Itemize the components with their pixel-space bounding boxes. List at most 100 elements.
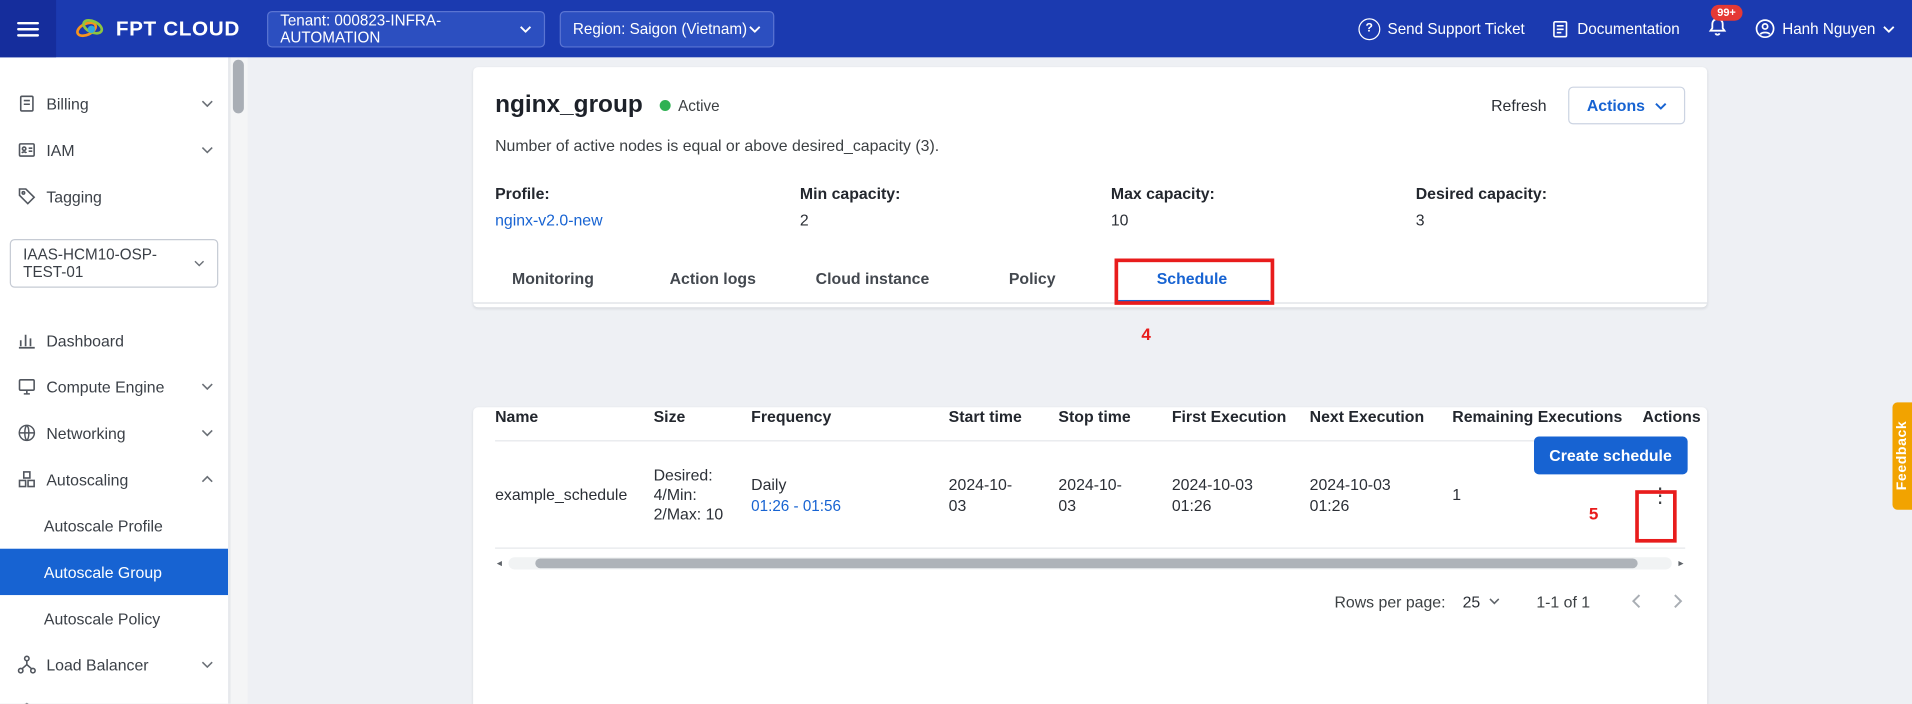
create-schedule-button[interactable]: Create schedule (1533, 437, 1687, 475)
info-min-capacity: Min capacity: 2 (800, 184, 1111, 229)
capacity-info-row: Profile: nginx-v2.0-new Min capacity: 2 … (495, 184, 1685, 229)
sidebar-menu: Dashboard Compute Engine Networking Auto… (0, 317, 228, 704)
scroll-right-icon[interactable]: ► (1677, 559, 1685, 568)
column-header-frequency: Frequency (751, 407, 949, 425)
profile-link[interactable]: nginx-v2.0-new (495, 211, 800, 229)
sidebar-item-iam[interactable]: IAM (0, 127, 228, 173)
pagination: Rows per page: 25 1-1 of 1 (495, 583, 1685, 620)
documentation-link[interactable]: Documentation (1552, 19, 1680, 39)
feedback-tab[interactable]: Feedback (1892, 402, 1912, 509)
sidebar-item-container[interactable]: Container (0, 688, 228, 704)
sidebar-item-label: Autoscale Policy (44, 609, 213, 627)
project-selector[interactable]: IAAS-HCM10-OSP-TEST-01 (10, 239, 219, 288)
cell-stop-time: 2024-10-03 (1058, 474, 1171, 515)
notifications-button[interactable]: 99+ (1707, 16, 1728, 42)
load-balancer-icon (17, 655, 37, 675)
sidebar-item-billing[interactable]: Billing (0, 80, 228, 126)
cell-name: example_schedule (495, 485, 654, 503)
info-max-capacity: Max capacity: 10 (1111, 184, 1416, 229)
sidebar-item-label: Tagging (46, 187, 213, 205)
chevron-down-icon (201, 429, 213, 436)
tag-icon (17, 187, 37, 207)
actions-button-label: Actions (1587, 96, 1645, 114)
sidebar-item-label: Autoscaling (46, 470, 191, 488)
feedback-label: Feedback (1895, 421, 1910, 491)
tenant-select[interactable]: Tenant: 000823-INFRA-AUTOMATION (267, 10, 545, 47)
actions-button[interactable]: Actions (1569, 87, 1686, 125)
region-select[interactable]: Region: Saigon (Vietnam) (559, 10, 774, 47)
tab-policy[interactable]: Policy (952, 254, 1112, 303)
support-ticket-link[interactable]: ? Send Support Ticket (1358, 18, 1525, 40)
scrollbar-track[interactable] (508, 557, 1671, 569)
cell-size: Desired: 4/Min: 2/Max: 10 (654, 465, 752, 524)
sidebar-item-label: Autoscale Profile (44, 516, 213, 534)
info-value: 2 (800, 211, 1111, 229)
sidebar-item-label: Compute Engine (46, 377, 191, 395)
tab-bar: Monitoring Action logs Cloud instance Po… (473, 254, 1707, 304)
sidebar-item-load-balancer[interactable]: Load Balancer (0, 641, 228, 687)
info-label: Max capacity: (1111, 184, 1416, 202)
fpt-logo-icon (76, 13, 108, 45)
column-header-name: Name (495, 407, 654, 425)
autoscaling-icon (17, 469, 37, 489)
frequency-time-link[interactable]: 01:26 - 01:56 (751, 497, 939, 514)
column-header-remaining-executions: Remaining Executions (1452, 407, 1642, 425)
info-value: 3 (1416, 211, 1547, 229)
hamburger-menu-icon[interactable] (0, 0, 56, 57)
tab-monitoring[interactable]: Monitoring (473, 254, 633, 303)
caret-down-icon (519, 25, 531, 32)
sidebar-item-dashboard[interactable]: Dashboard (0, 317, 228, 363)
sidebar-item-autoscale-group[interactable]: Autoscale Group (0, 549, 228, 595)
sidebar-item-label: Autoscale Group (44, 563, 213, 581)
sidebar-item-autoscale-profile[interactable]: Autoscale Profile (0, 502, 228, 548)
brand-text: FPT CLOUD (116, 16, 240, 40)
cell-remaining-executions: 1 (1452, 485, 1642, 503)
sidebar-item-tagging[interactable]: Tagging (0, 173, 228, 219)
rows-per-page-label: Rows per page: (1334, 592, 1445, 610)
sidebar-item-autoscale-policy[interactable]: Autoscale Policy (0, 595, 228, 641)
tab-action-logs[interactable]: Action logs (633, 254, 793, 303)
group-header-card: nginx_group Active Refresh Actions Numbe… (473, 67, 1707, 307)
sidebar-item-label: Dashboard (46, 331, 213, 349)
refresh-button[interactable]: Refresh (1491, 96, 1547, 114)
caret-down-icon (194, 260, 205, 267)
column-header-size: Size (654, 407, 752, 425)
question-icon: ? (1358, 18, 1380, 40)
row-kebab-menu-icon[interactable]: ⋮ (1643, 475, 1677, 514)
region-label: Region: Saigon (Vietnam) (573, 20, 747, 37)
previous-page-icon[interactable] (1632, 594, 1642, 609)
table-row: example_schedule Desired: 4/Min: 2/Max: … (495, 441, 1685, 548)
scrollbar-thumb[interactable] (535, 558, 1637, 568)
chevron-up-icon (201, 476, 213, 483)
document-icon (1552, 19, 1570, 39)
sidebar-item-compute-engine[interactable]: Compute Engine (0, 363, 228, 409)
column-header-actions: Actions (1643, 407, 1708, 425)
sidebar-item-label: Billing (46, 95, 191, 113)
iam-icon (17, 140, 37, 160)
table-horizontal-scrollbar: ◄ ► (495, 556, 1685, 571)
info-desired-capacity: Desired capacity: 3 (1416, 184, 1547, 229)
globe-icon (17, 423, 37, 443)
scroll-left-icon[interactable]: ◄ (495, 559, 503, 568)
status-label: Active (678, 97, 720, 114)
next-page-icon[interactable] (1673, 594, 1683, 609)
caret-down-icon (1883, 25, 1895, 32)
info-label: Min capacity: (800, 184, 1111, 202)
tenant-label: Tenant: 000823-INFRA-AUTOMATION (280, 12, 519, 46)
tab-schedule[interactable]: Schedule (1112, 254, 1272, 303)
sidebar-item-networking[interactable]: Networking (0, 410, 228, 456)
info-label: Profile: (495, 184, 800, 202)
page: FPT CLOUD Tenant: 000823-INFRA-AUTOMATIO… (0, 0, 1912, 704)
user-menu[interactable]: Hanh Nguyen (1754, 18, 1895, 39)
sidebar-scrollbar[interactable] (229, 57, 247, 703)
cell-next-execution: 2024-10-03 01:26 (1310, 474, 1453, 515)
status-dot-icon (660, 100, 671, 111)
rows-per-page-value: 25 (1463, 592, 1481, 610)
tab-cloud-instance[interactable]: Cloud instance (793, 254, 953, 303)
cell-start-time: 2024-10-03 (949, 474, 1059, 515)
sidebar-item-autoscaling[interactable]: Autoscaling (0, 456, 228, 502)
user-name: Hanh Nguyen (1782, 20, 1875, 37)
rows-per-page-select[interactable]: 25 (1463, 592, 1500, 610)
sidebar-scrollbar-thumb[interactable] (233, 60, 244, 114)
container-icon (17, 701, 37, 703)
